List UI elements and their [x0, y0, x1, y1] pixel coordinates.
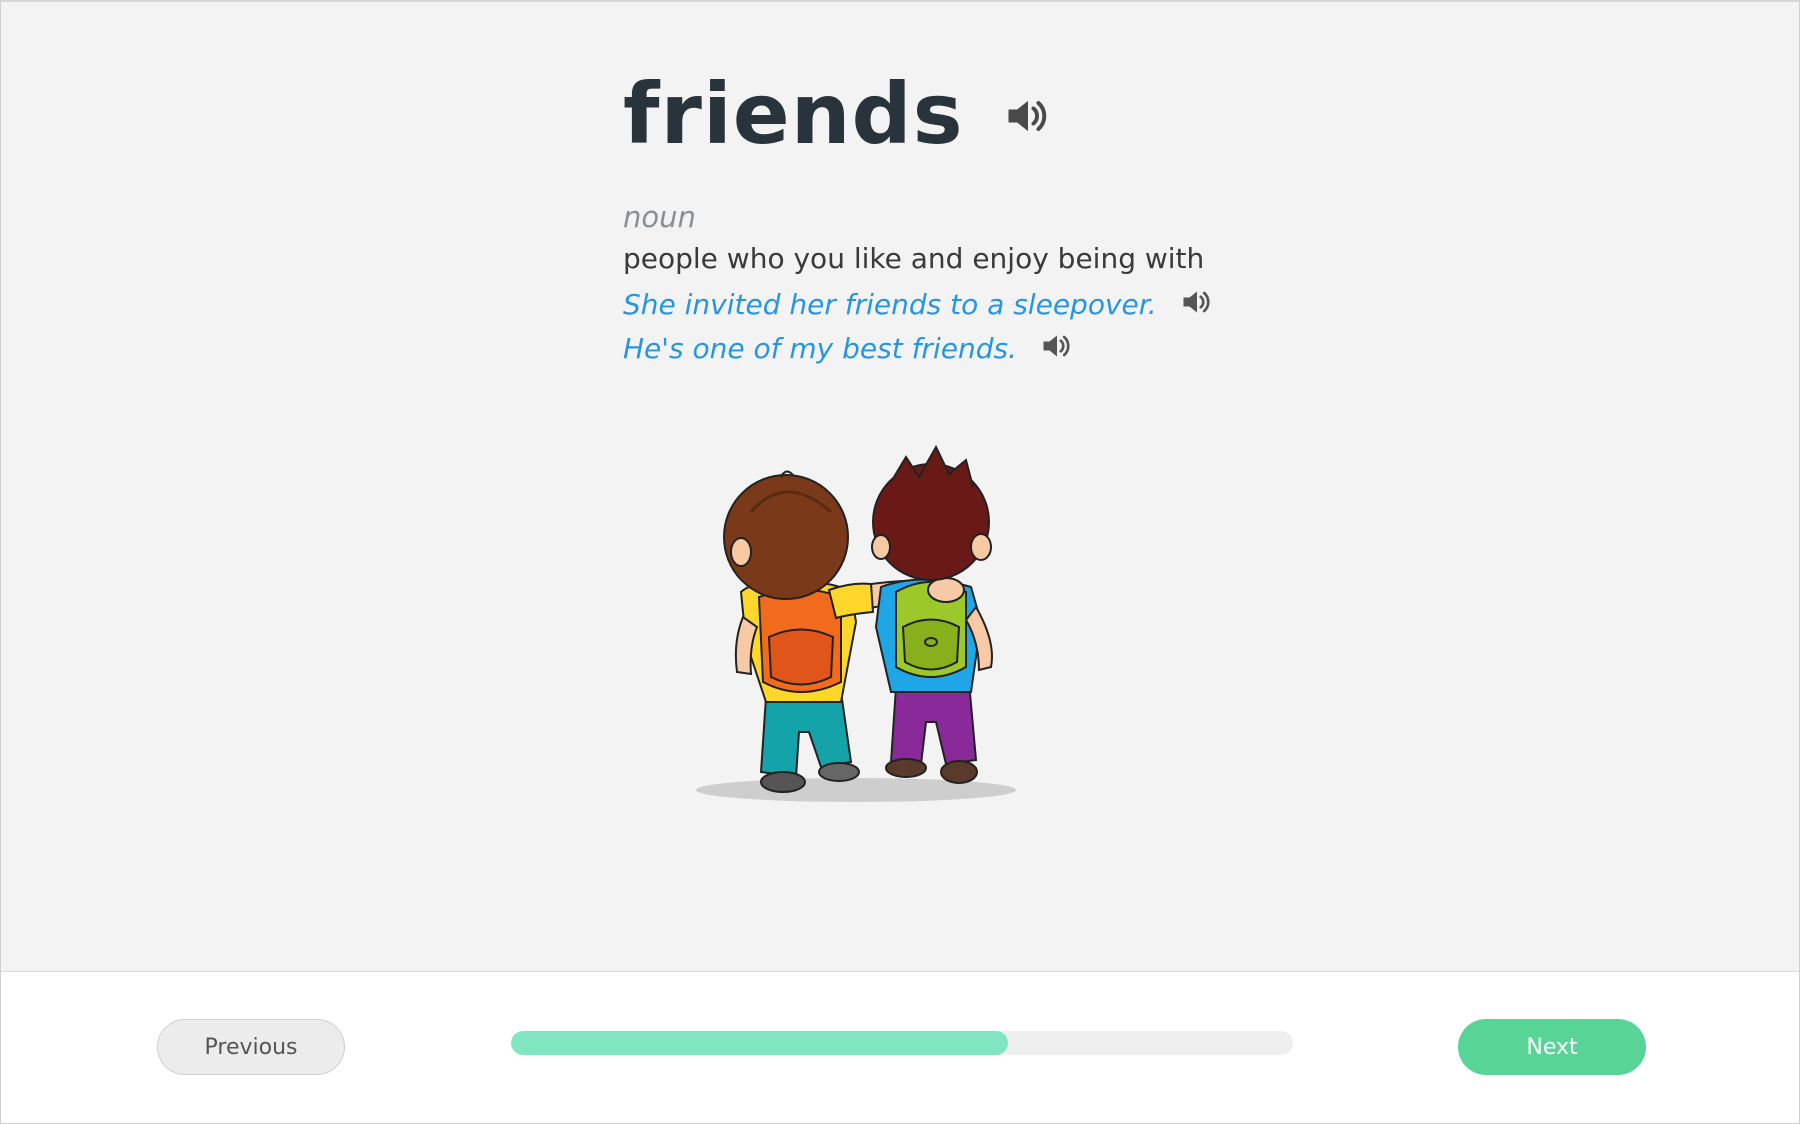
- word-title: friends: [623, 65, 964, 163]
- speaker-icon[interactable]: [1039, 328, 1075, 368]
- definition-text: people who you like and enjoy being with: [623, 242, 1205, 275]
- example-sentence: She invited her friends to a sleepover.: [623, 284, 1215, 324]
- example-sentence: He's one of my best friends.: [623, 328, 1075, 368]
- two-friends-illustration: [691, 442, 1061, 822]
- example-text: He's one of my best friends.: [623, 331, 1017, 365]
- progress-fill: [511, 1031, 1008, 1055]
- progress-bar: [511, 1031, 1293, 1055]
- previous-button[interactable]: Previous: [157, 1019, 345, 1075]
- next-button[interactable]: Next: [1458, 1019, 1646, 1075]
- vocabulary-card: friends noun people who you like and enj…: [1, 2, 1799, 972]
- example-text: She invited her friends to a sleepover.: [623, 287, 1157, 321]
- speaker-icon[interactable]: [1002, 90, 1054, 146]
- speaker-icon[interactable]: [1179, 284, 1215, 324]
- word-header: friends: [623, 64, 1054, 164]
- part-of-speech: noun: [623, 200, 696, 234]
